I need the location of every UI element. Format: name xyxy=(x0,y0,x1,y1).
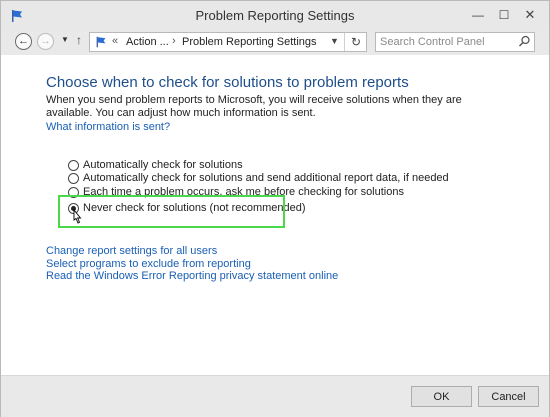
privacy-statement-link[interactable]: Read the Windows Error Reporting privacy… xyxy=(46,270,338,282)
breadcrumb-overflow-icon[interactable]: « xyxy=(112,35,118,47)
search-input[interactable] xyxy=(380,35,510,49)
refresh-icon: ↻ xyxy=(350,35,362,49)
what-information-is-sent-link[interactable]: What information is sent? xyxy=(46,121,170,133)
up-level-button[interactable]: ↑ xyxy=(76,33,82,47)
exclude-programs-link[interactable]: Select programs to exclude from reportin… xyxy=(46,258,251,270)
search-icon[interactable] xyxy=(518,35,531,48)
back-button[interactable]: ← xyxy=(15,33,32,50)
refresh-button[interactable]: ↻ xyxy=(344,33,367,51)
option-label[interactable]: Automatically check for solutions and se… xyxy=(83,172,449,184)
breadcrumb-item[interactable]: Problem Reporting Settings xyxy=(182,36,317,48)
radio-button[interactable] xyxy=(68,187,79,198)
navigation-bar: ← → ▼ ↑ « Action ... › Problem Reporting… xyxy=(1,31,549,53)
breadcrumb-item[interactable]: Action ... xyxy=(126,36,169,48)
ok-button[interactable]: OK xyxy=(411,386,472,407)
title-bar: Problem Reporting Settings — ☐ ✕ xyxy=(1,1,549,31)
address-dropdown-icon[interactable]: ▼ xyxy=(330,36,339,46)
search-box[interactable] xyxy=(375,32,535,52)
radio-button[interactable] xyxy=(68,160,79,171)
forward-arrow-icon: → xyxy=(40,35,51,47)
breadcrumb-separator-icon[interactable]: › xyxy=(172,35,176,47)
page-description: When you send problem reports to Microso… xyxy=(46,94,462,119)
option-label[interactable]: Automatically check for solutions xyxy=(83,159,243,171)
cancel-button[interactable]: Cancel xyxy=(478,386,539,407)
option-label[interactable]: Each time a problem occurs, ask me befor… xyxy=(83,186,404,198)
mouse-pointer-icon xyxy=(73,209,82,224)
address-bar[interactable]: « Action ... › Problem Reporting Setting… xyxy=(89,32,367,52)
close-button[interactable]: ✕ xyxy=(519,7,541,23)
dialog-footer: OK Cancel xyxy=(1,375,549,417)
chevron-down-icon: ▼ xyxy=(61,35,69,44)
back-arrow-icon: ← xyxy=(18,35,29,47)
page-title: Choose when to check for solutions to pr… xyxy=(46,74,409,91)
up-arrow-icon: ↑ xyxy=(76,33,82,47)
minimize-button[interactable]: — xyxy=(467,7,489,23)
option-label[interactable]: Never check for solutions (not recommend… xyxy=(83,202,306,214)
forward-button[interactable]: → xyxy=(37,33,54,50)
action-center-flag-icon xyxy=(96,36,106,48)
change-settings-all-users-link[interactable]: Change report settings for all users xyxy=(46,245,217,257)
main-content: Choose when to check for solutions to pr… xyxy=(1,55,549,375)
radio-button[interactable] xyxy=(68,173,79,184)
problem-reporting-window: Problem Reporting Settings — ☐ ✕ ← → ▼ ↑… xyxy=(0,0,550,417)
maximize-button[interactable]: ☐ xyxy=(493,7,515,23)
recent-locations-dropdown[interactable]: ▼ xyxy=(61,35,69,44)
